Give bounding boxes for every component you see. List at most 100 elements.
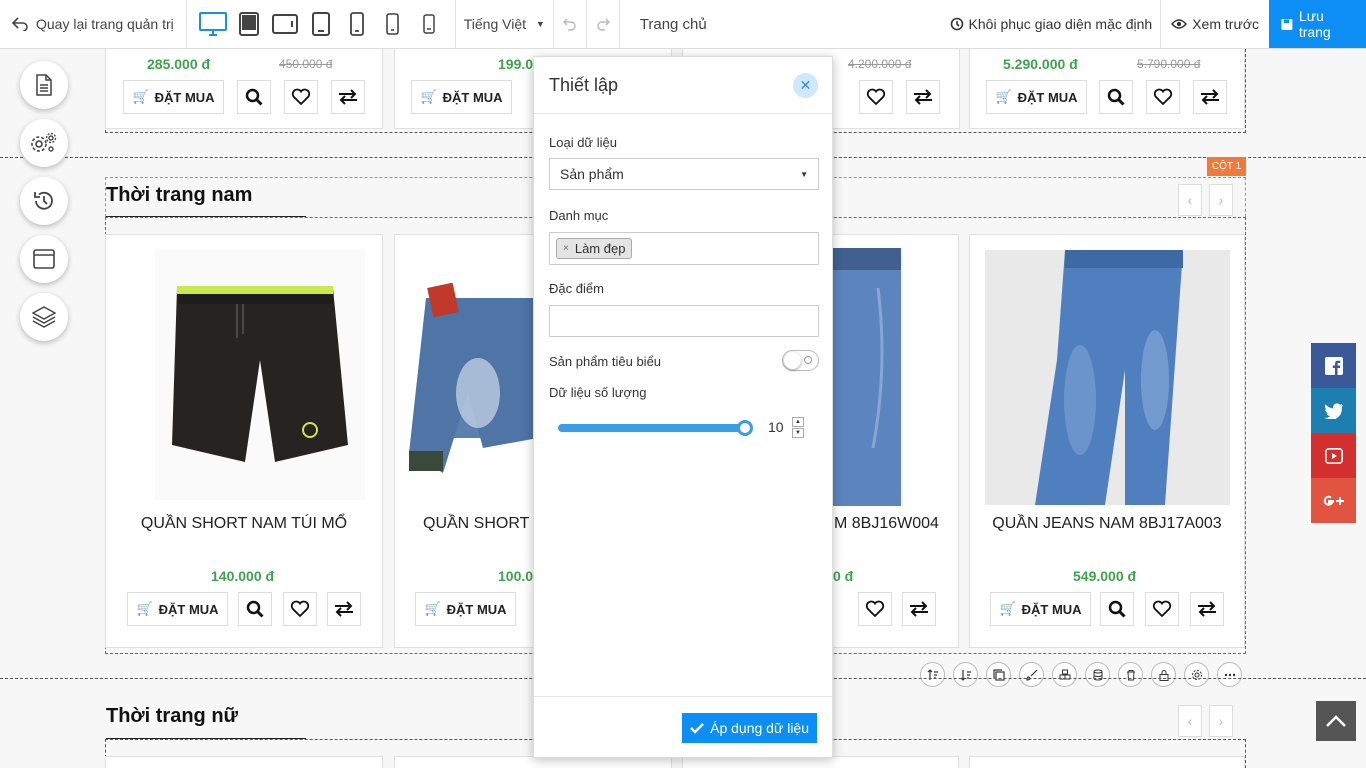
quick-view-button[interactable]	[1100, 592, 1134, 626]
more-icon[interactable]	[1217, 662, 1242, 687]
order-label: ĐẶT MUA	[158, 601, 219, 617]
compare-button[interactable]	[902, 592, 936, 626]
carousel-next-button[interactable]: ›	[1209, 705, 1233, 737]
wishlist-button[interactable]	[284, 80, 318, 114]
tablet-portrait-icon[interactable]	[305, 8, 337, 40]
order-button[interactable]: 🛒 ĐẶT MUA	[990, 592, 1091, 626]
remove-tag-icon[interactable]: ×	[563, 243, 569, 254]
carousel-prev-button[interactable]: ‹	[1178, 184, 1202, 216]
wishlist-button[interactable]	[283, 592, 317, 626]
tablet-wide-icon[interactable]	[269, 8, 301, 40]
quantity-slider[interactable]	[558, 420, 753, 436]
product-name[interactable]: QUẦN JEANS NAM 8BJ17A003	[969, 515, 1245, 533]
data-type-select[interactable]: Sản phẩm ▼	[549, 158, 819, 190]
product-name[interactable]: M 8BJ16W004	[834, 515, 939, 533]
order-button[interactable]: 🛒 ĐẶT MUA	[415, 592, 516, 626]
heart-icon	[1153, 88, 1173, 106]
featured-product-label: Sản phẩm tiêu biểu	[549, 354, 662, 369]
wishlist-button[interactable]	[858, 592, 892, 626]
order-button[interactable]: 🛒 ĐẶT MUA	[411, 80, 512, 114]
apply-data-button[interactable]: Áp dụng dữ liệu	[682, 713, 817, 743]
toggle-off-icon	[804, 356, 812, 364]
compare-button[interactable]	[1190, 592, 1224, 626]
stepper-up-icon[interactable]: ▲	[792, 416, 804, 427]
google-plus-icon	[1323, 495, 1344, 506]
quick-view-button[interactable]	[1099, 80, 1133, 114]
product-price: 140.000 đ	[211, 568, 275, 584]
close-button[interactable]: ✕	[793, 73, 818, 98]
product-name[interactable]: QUẦN SHORT NAM TÚI MỔ	[105, 515, 383, 533]
restore-default-button[interactable]: Khôi phục giao diện mặc định	[942, 0, 1162, 48]
redo-button[interactable]	[587, 0, 620, 48]
desktop-icon[interactable]	[197, 8, 229, 40]
heart-icon	[1152, 600, 1172, 618]
back-to-top-button[interactable]	[1316, 701, 1356, 741]
order-button[interactable]: 🛒 ĐẶT MUA	[986, 80, 1087, 114]
facebook-share-button[interactable]	[1311, 343, 1356, 388]
category-multiselect[interactable]: × Làm đẹp	[549, 232, 819, 265]
product-name[interactable]: QUẦN SHORT J	[423, 515, 542, 533]
stepper-buttons: ▲ ▼	[792, 416, 804, 438]
sort-down-icon[interactable]	[953, 662, 978, 687]
feature-label: Đặc điểm	[549, 281, 604, 296]
slider-handle[interactable]	[737, 420, 753, 436]
brush-icon[interactable]	[1019, 662, 1044, 687]
tablet-landscape-icon[interactable]	[233, 8, 265, 40]
compare-button[interactable]	[1193, 80, 1227, 114]
undo-button[interactable]	[554, 0, 587, 48]
twitter-share-button[interactable]	[1311, 388, 1356, 433]
category-tag[interactable]: × Làm đẹp	[556, 238, 633, 259]
compare-button[interactable]	[327, 592, 361, 626]
floppy-icon	[1281, 18, 1293, 30]
search-icon	[1107, 88, 1125, 106]
settings-icon[interactable]	[1184, 662, 1209, 687]
history-tool-button[interactable]	[20, 177, 68, 225]
page-tool-button[interactable]	[20, 61, 68, 109]
settings-tool-button[interactable]	[20, 119, 68, 167]
quick-view-button[interactable]	[238, 592, 272, 626]
save-page-button[interactable]: Lưu trang	[1269, 0, 1366, 48]
phone-medium-icon[interactable]	[377, 8, 409, 40]
compare-button[interactable]	[331, 80, 365, 114]
lock-icon[interactable]	[1151, 662, 1176, 687]
trash-icon[interactable]	[1118, 662, 1143, 687]
product-image-jeans-8bj16w004[interactable]	[833, 248, 903, 506]
product-card[interactable]	[969, 756, 1245, 768]
exchange-icon	[335, 601, 353, 617]
layers-tool-button[interactable]	[20, 293, 68, 341]
order-button[interactable]: 🛒 ĐẶT MUA	[123, 80, 224, 114]
carousel-prev-button[interactable]: ‹	[1178, 705, 1202, 737]
product-image-short-jeans[interactable]	[408, 283, 538, 483]
heart-icon	[866, 88, 886, 106]
window-icon	[33, 249, 55, 269]
feature-input[interactable]	[549, 305, 819, 337]
preview-button[interactable]: Xem trước	[1161, 0, 1269, 48]
youtube-share-button[interactable]	[1311, 433, 1356, 478]
wishlist-button[interactable]	[1145, 592, 1179, 626]
quantity-stepper[interactable]: 10 ▲ ▼	[758, 414, 806, 440]
carousel-next-button[interactable]: ›	[1209, 184, 1233, 216]
copy-icon[interactable]	[986, 662, 1011, 687]
cubes-icon[interactable]	[1052, 662, 1077, 687]
stepper-down-icon[interactable]: ▼	[792, 427, 804, 438]
sort-up-icon[interactable]	[920, 662, 945, 687]
wishlist-button[interactable]	[859, 80, 893, 114]
wishlist-button[interactable]	[1146, 80, 1180, 114]
order-button[interactable]: 🛒 ĐẶT MUA	[127, 592, 228, 626]
product-card[interactable]	[105, 756, 383, 768]
phone-large-icon[interactable]	[341, 8, 373, 40]
search-icon	[245, 88, 263, 106]
product-image-short-black[interactable]	[155, 250, 365, 500]
phone-small-icon[interactable]	[413, 8, 445, 40]
compare-button[interactable]	[906, 80, 940, 114]
exchange-icon	[1201, 89, 1219, 105]
language-select[interactable]: Tiếng Việt ▼	[456, 0, 554, 48]
column-badge[interactable]: CỘT 1	[1207, 157, 1246, 176]
layout-tool-button[interactable]	[20, 235, 68, 283]
quick-view-button[interactable]	[237, 80, 271, 114]
product-image-jeans-8bj17a003[interactable]	[985, 250, 1230, 505]
google-plus-share-button[interactable]	[1311, 478, 1356, 523]
database-icon[interactable]	[1085, 662, 1110, 687]
featured-product-toggle[interactable]	[782, 350, 819, 371]
back-to-admin-button[interactable]: Quay lại trang quản trị	[0, 0, 187, 48]
